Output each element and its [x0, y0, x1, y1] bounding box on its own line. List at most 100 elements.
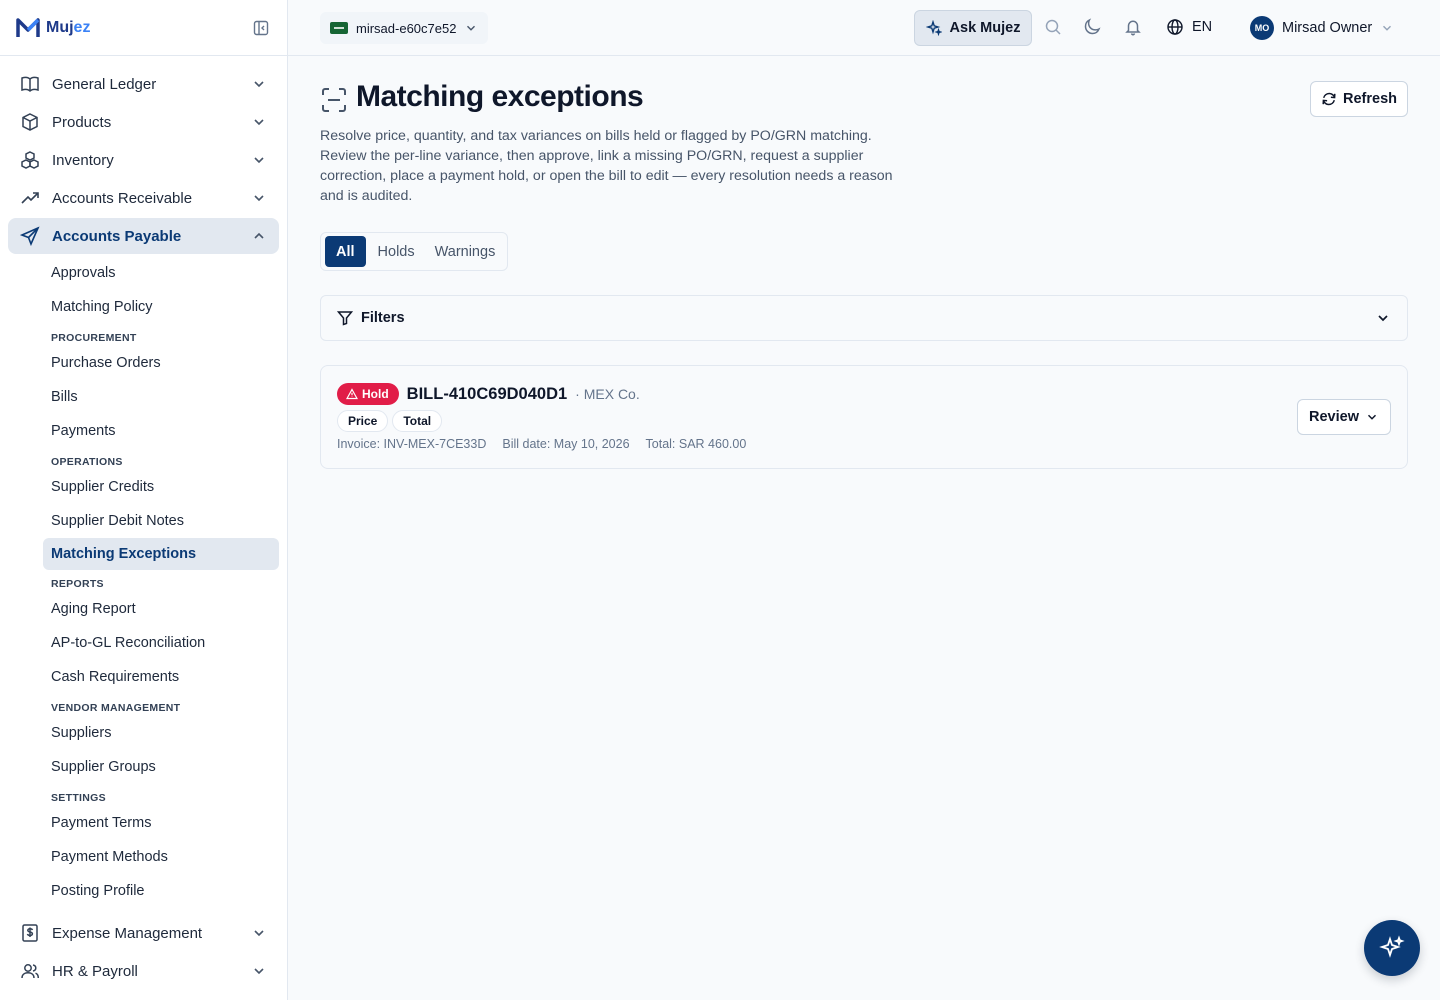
sidebar-item-posting-profile[interactable]: Posting Profile: [43, 874, 279, 908]
sidebar-header: Mujez: [0, 0, 287, 56]
chevron-down-icon: [1378, 315, 1388, 322]
sidebar-item-payment-methods[interactable]: Payment Methods: [43, 840, 279, 874]
section-heading-settings: SETTINGS: [51, 792, 106, 804]
refresh-icon: [1322, 92, 1336, 106]
sidebar-item-label: Expense Management: [52, 924, 203, 942]
sidebar-item-label: General Ledger: [52, 75, 157, 93]
sidebar-item-products[interactable]: Products: [8, 104, 279, 140]
bell-icon[interactable]: [1124, 18, 1144, 38]
review-label: Review: [1309, 409, 1359, 425]
refresh-label: Refresh: [1343, 91, 1397, 107]
language-label: EN: [1192, 19, 1213, 35]
collapse-sidebar-icon[interactable]: [251, 18, 271, 38]
sidebar-item-supplier-debit-notes[interactable]: Supplier Debit Notes: [43, 504, 279, 538]
variance-chip: Price: [337, 410, 389, 432]
sparkles-icon: [1379, 935, 1405, 958]
sidebar-item-aging-report[interactable]: Aging Report: [43, 592, 279, 626]
search-icon[interactable]: [1044, 18, 1064, 38]
filters-label: Filters: [361, 310, 405, 326]
company-switcher[interactable]: mirsad-e60c7e52: [320, 12, 489, 44]
ask-mujez-label: Ask Mujez: [949, 20, 1021, 36]
sidebar-item-ap-gl-reconciliation[interactable]: AP-to-GL Reconciliation: [43, 626, 279, 660]
mujez-logo-icon: [16, 17, 40, 37]
sidebar-item-label: Accounts Payable: [52, 227, 182, 245]
sidebar-nav-bottom: Expense Management HR & Payroll: [8, 915, 279, 991]
chevron-down-icon: [254, 157, 264, 164]
accounts-payable-submenu: Approvals Matching Policy PROCUREMENT Pu…: [8, 256, 279, 908]
sidebar-item-hr-payroll[interactable]: HR & Payroll: [8, 953, 279, 989]
app-name: Mujez: [46, 18, 91, 36]
sidebar-item-expense-management[interactable]: Expense Management: [8, 915, 279, 951]
tab-all[interactable]: All: [325, 236, 366, 267]
status-badge-label: Hold: [362, 387, 389, 401]
sidebar: Mujez General Ledger Products Inventory …: [0, 0, 288, 1000]
chevron-down-icon: [1383, 25, 1392, 31]
chevron-down-icon: [254, 119, 264, 126]
app-logo[interactable]: Mujez: [16, 17, 90, 39]
section-heading-operations: OPERATIONS: [51, 456, 123, 468]
chevron-up-icon: [254, 232, 264, 239]
tab-holds[interactable]: Holds: [370, 236, 423, 267]
boxes-icon: [21, 151, 39, 169]
saudi-flag-icon: [330, 22, 348, 34]
variance-chip: Total: [392, 410, 443, 432]
sidebar-item-inventory[interactable]: Inventory: [8, 142, 279, 178]
users-icon: [21, 964, 40, 979]
sidebar-item-cash-requirements[interactable]: Cash Requirements: [43, 660, 279, 694]
sidebar-item-supplier-groups[interactable]: Supplier Groups: [43, 750, 279, 784]
sidebar-item-approvals[interactable]: Approvals: [43, 256, 279, 290]
review-button[interactable]: Review: [1297, 399, 1391, 435]
chevron-down-icon: [254, 81, 264, 88]
send-icon: [20, 226, 40, 246]
filters-toggle[interactable]: Filters: [320, 295, 1408, 341]
moon-icon[interactable]: [1084, 18, 1104, 38]
sidebar-item-general-ledger[interactable]: General Ledger: [8, 66, 279, 102]
variance-chips: Price Total: [337, 410, 443, 432]
trending-up-icon: [21, 192, 39, 204]
section-heading-procurement: PROCUREMENT: [51, 332, 137, 344]
sidebar-nav: General Ledger Products Inventory Accoun…: [0, 56, 287, 908]
exception-meta: Invoice: INV-MEX-7CE33D Bill date: May 1…: [337, 437, 746, 451]
page-header: Matching exceptions Refresh: [320, 56, 1408, 117]
ai-assistant-fab[interactable]: [1364, 920, 1420, 976]
sidebar-item-label: Accounts Receivable: [52, 189, 193, 207]
exception-tabs: All Holds Warnings: [320, 232, 509, 271]
sidebar-item-supplier-credits[interactable]: Supplier Credits: [43, 470, 279, 504]
chevron-down-icon: [254, 195, 264, 202]
sidebar-item-accounts-payable[interactable]: Accounts Payable: [8, 218, 279, 254]
sidebar-item-payment-terms[interactable]: Payment Terms: [43, 806, 279, 840]
refresh-button[interactable]: Refresh: [1310, 81, 1408, 117]
chevron-down-icon: [1367, 414, 1377, 420]
section-heading-reports: REPORTS: [51, 578, 104, 590]
user-menu[interactable]: MO Mirsad Owner: [1250, 16, 1394, 40]
bill-date: Bill date: May 10, 2026: [502, 437, 630, 451]
box-icon: [22, 113, 38, 131]
chevron-down-icon: [254, 930, 264, 937]
warning-triangle-icon: [346, 388, 358, 400]
sidebar-item-accounts-receivable[interactable]: Accounts Receivable: [8, 180, 279, 216]
receipt-icon: [22, 924, 38, 942]
sidebar-item-matching-exceptions[interactable]: Matching Exceptions: [43, 538, 279, 570]
sidebar-item-label: Inventory: [52, 151, 114, 169]
section-heading-vendor-management: VENDOR MANAGEMENT: [51, 702, 181, 714]
sidebar-item-purchase-orders[interactable]: Purchase Orders: [43, 346, 279, 380]
sidebar-item-matching-policy[interactable]: Matching Policy: [43, 290, 279, 324]
book-icon: [21, 76, 39, 93]
sidebar-item-bills[interactable]: Bills: [43, 380, 279, 414]
sparkles-icon: [925, 20, 942, 36]
chevron-down-icon: [467, 25, 476, 31]
tab-warnings[interactable]: Warnings: [427, 236, 504, 267]
invoice-number: Invoice: INV-MEX-7CE33D: [337, 437, 487, 451]
user-name: Mirsad Owner: [1282, 20, 1373, 36]
sidebar-item-label: HR & Payroll: [52, 962, 138, 980]
page-title: Matching exceptions: [356, 80, 644, 113]
exception-card: Hold BILL-410C69D040D1 · MEX Co. Price T…: [320, 365, 1408, 469]
sidebar-item-payments[interactable]: Payments: [43, 414, 279, 448]
ask-mujez-button[interactable]: Ask Mujez: [914, 10, 1032, 46]
bill-number[interactable]: BILL-410C69D040D1: [407, 385, 568, 404]
main-content: Matching exceptions Refresh Resolve pric…: [320, 56, 1408, 469]
vendor-name: · MEX Co.: [575, 386, 640, 402]
language-switcher[interactable]: EN: [1166, 18, 1212, 36]
filter-icon: [337, 311, 353, 326]
sidebar-item-suppliers[interactable]: Suppliers: [43, 716, 279, 750]
